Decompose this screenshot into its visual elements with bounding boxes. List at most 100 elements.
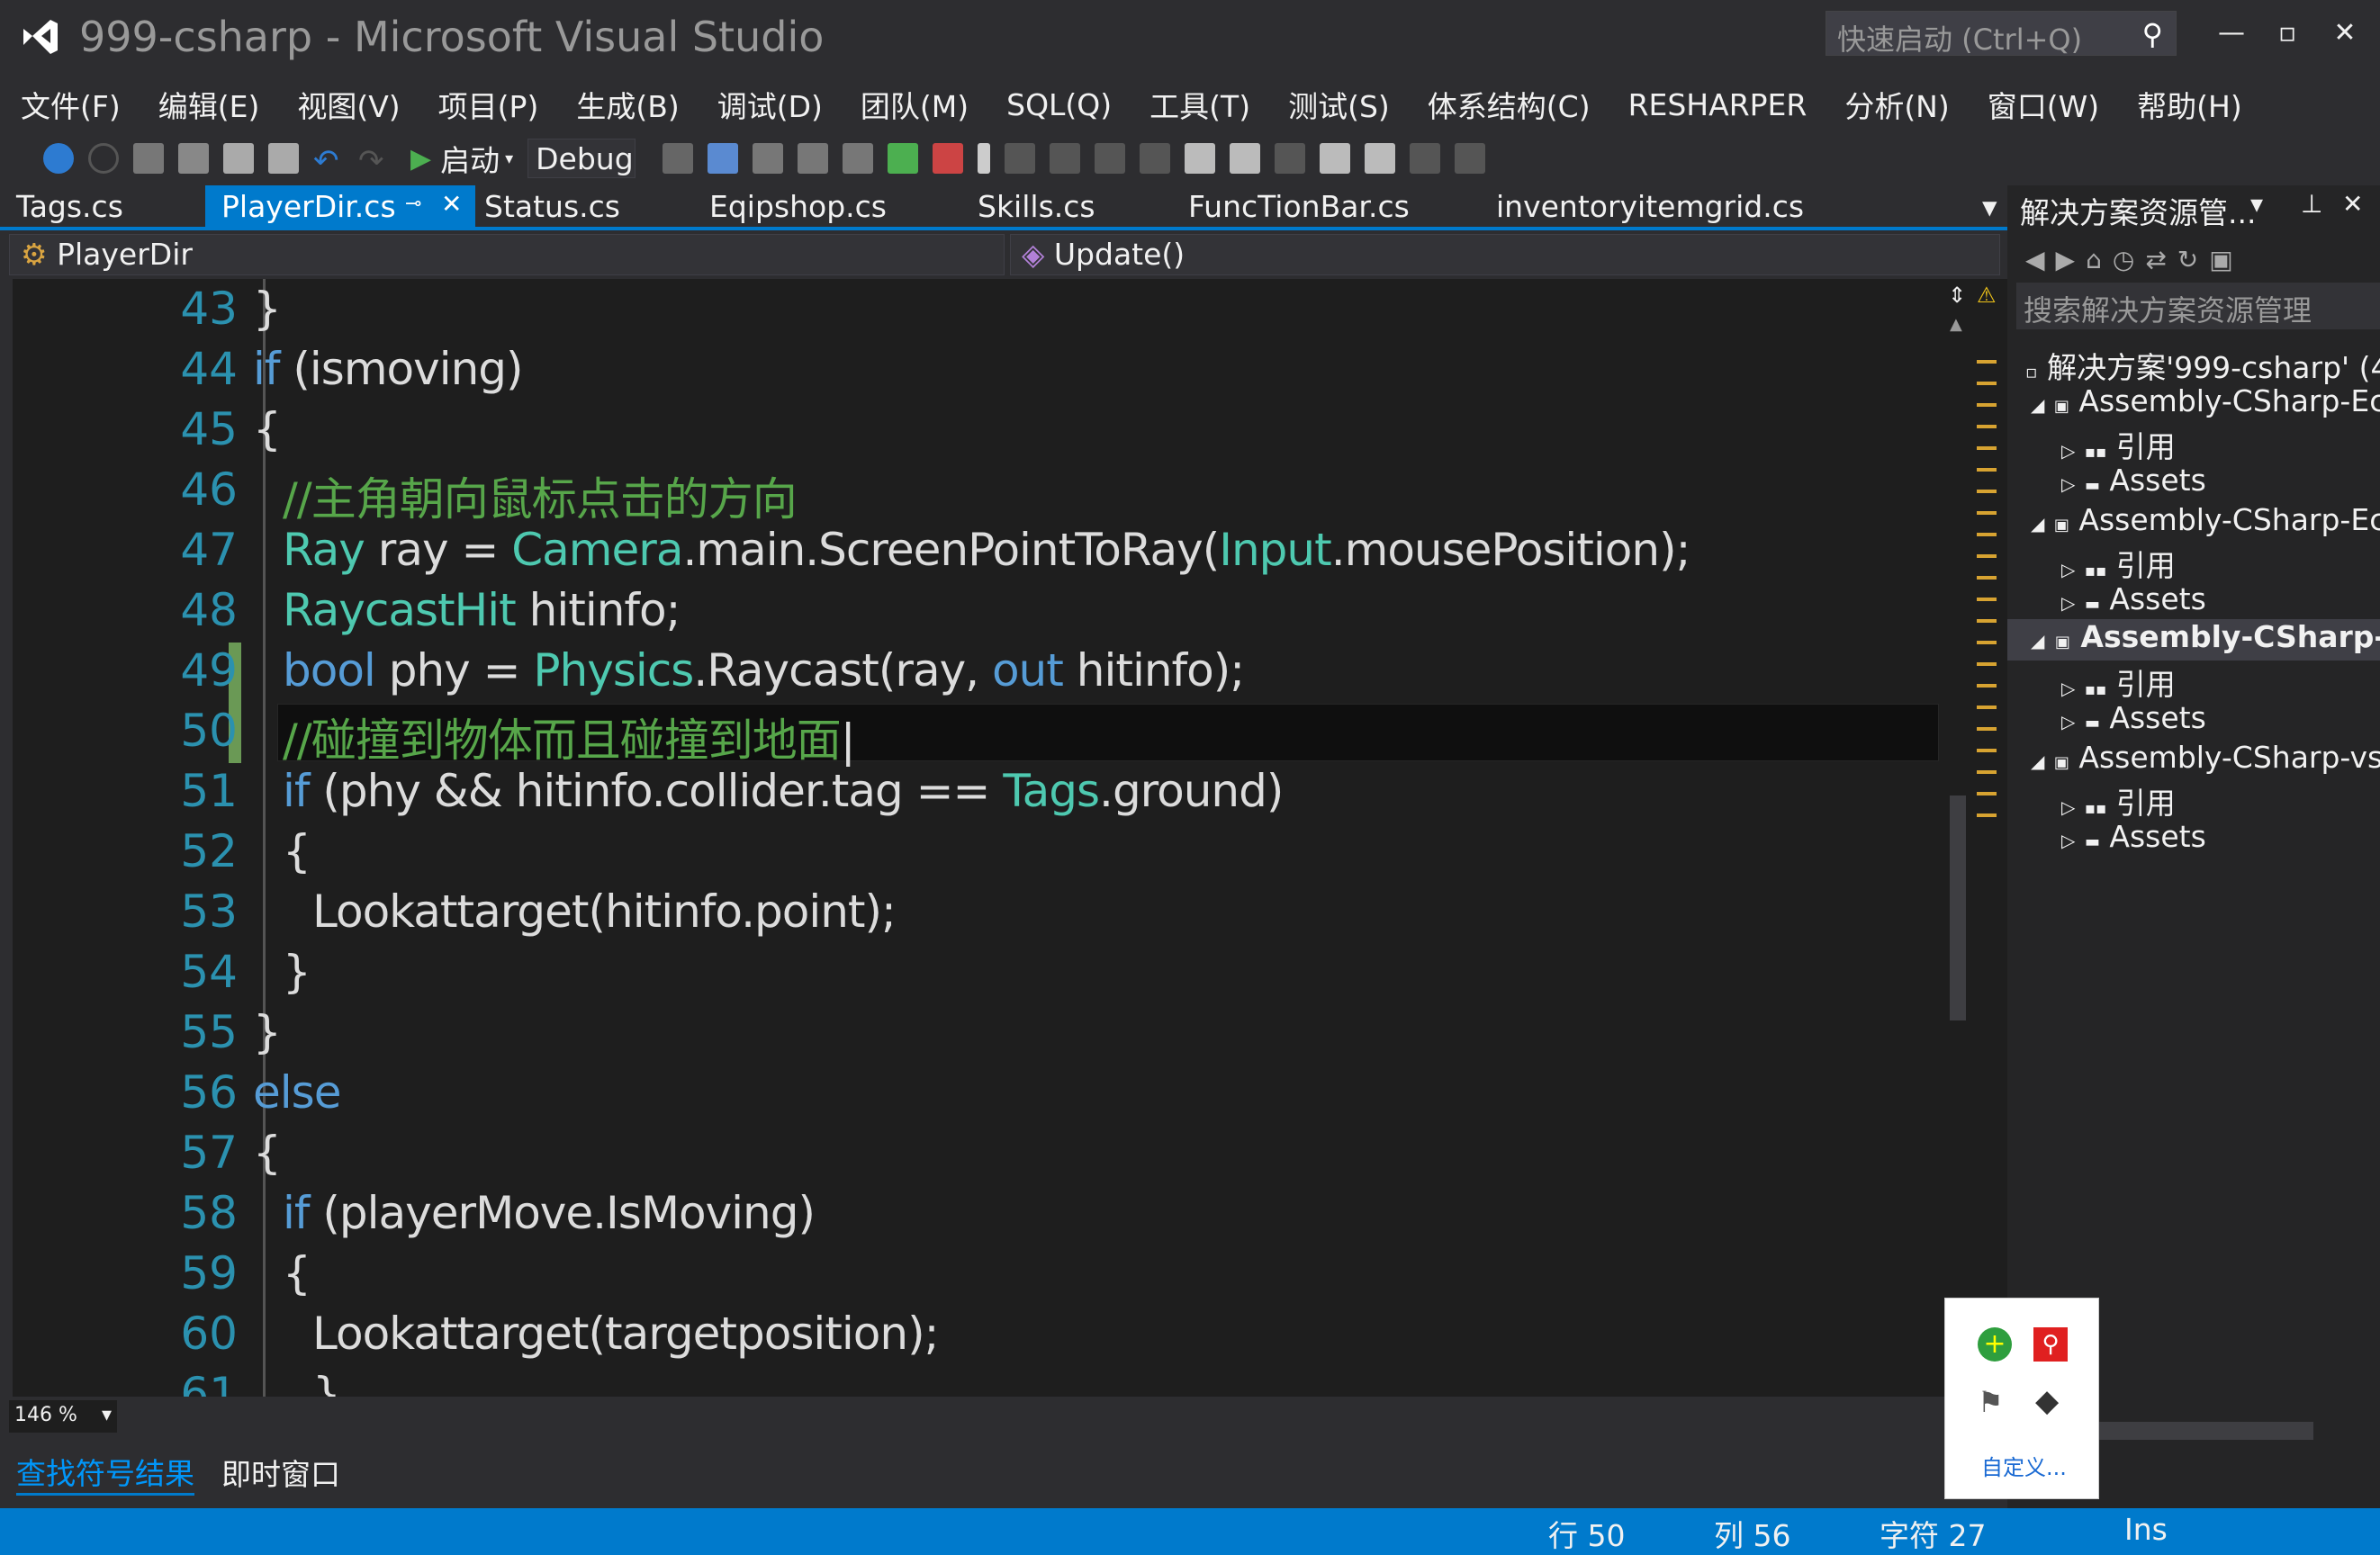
member-dropdown[interactable]: ◈ Update() <box>1010 234 2000 275</box>
back-icon[interactable] <box>43 143 74 174</box>
bookmark-remove-icon[interactable] <box>933 143 964 174</box>
panel-menu-icon[interactable]: ▾ <box>2250 189 2263 219</box>
collapse-icon[interactable]: ▷ <box>2061 473 2075 495</box>
bookmark-add-icon[interactable] <box>888 143 919 174</box>
step-icon[interactable] <box>708 143 739 174</box>
next-folder-icon[interactable] <box>1140 143 1171 174</box>
solution-search-input[interactable]: 搜索解决方案资源管理 <box>2016 283 2380 329</box>
add-icon[interactable]: + <box>1978 1327 2012 1362</box>
attach-icon[interactable] <box>663 143 694 174</box>
open-file-icon[interactable] <box>178 143 209 174</box>
collapse-icon[interactable]: ▷ <box>2061 559 2075 580</box>
collapse-icon[interactable]: ▷ <box>2061 711 2075 733</box>
code-line[interactable]: { <box>283 825 311 877</box>
format-icon[interactable] <box>798 143 829 174</box>
tab-playerdir[interactable]: PlayerDir.cs ⊸ ✕ <box>205 185 475 230</box>
menu-resharper[interactable]: RESHARPER <box>1628 87 1808 122</box>
menu-build[interactable]: 生成(B) <box>576 83 679 126</box>
undo-icon[interactable]: ↶ <box>313 143 344 179</box>
config-dropdown[interactable]: Debug <box>527 139 636 178</box>
assets-node[interactable]: ▷ ▬ Assets <box>2061 819 2206 854</box>
collapse-icon[interactable]: ▷ <box>2061 830 2075 851</box>
collapse-icon[interactable]: ▷ <box>2061 440 2075 462</box>
refresh-icon[interactable]: ↻ <box>2177 245 2198 274</box>
flag-icon[interactable]: ⚑ <box>1978 1385 2004 1419</box>
zoom-dropdown[interactable]: 146 % ▾ <box>9 1400 117 1433</box>
project-node[interactable]: ◢ ▣ Assembly-CSharp-Ec <box>2031 383 2380 418</box>
close-icon[interactable]: ✕ <box>441 189 462 219</box>
code-line[interactable]: Lookattarget(hitinfo.point); <box>312 885 897 938</box>
minimize-button[interactable]: — <box>2207 9 2256 58</box>
tab-overflow-icon[interactable]: ▾ <box>1966 185 2014 230</box>
code-line[interactable]: else <box>253 1066 341 1119</box>
menu-analyze[interactable]: 分析(N) <box>1844 83 1949 126</box>
pin-icon[interactable]: ⊥ <box>2301 189 2322 219</box>
code-line[interactable]: } <box>253 1006 282 1058</box>
menu-window[interactable]: 窗口(W) <box>1988 83 2099 126</box>
uncomment-icon[interactable] <box>1230 143 1261 174</box>
bookmark-icon[interactable] <box>978 143 991 174</box>
expand-icon[interactable]: ◢ <box>2031 394 2044 416</box>
project-node-selected[interactable]: ◢ ▣ Assembly-CSharp-fi <box>2007 619 2380 661</box>
menu-file[interactable]: 文件(F) <box>21 83 121 126</box>
references-node[interactable]: ▷ ▪▪ 引用 <box>2061 542 2176 585</box>
menu-view[interactable]: 视图(V) <box>297 83 400 126</box>
search-app-icon[interactable]: ⚲ <box>2033 1327 2068 1362</box>
panel-horizontal-scrollbar[interactable] <box>2097 1422 2313 1440</box>
code-line[interactable]: Ray ray = Camera.main.ScreenPointToRay(I… <box>283 524 1690 576</box>
vertical-scrollbar[interactable]: ⇕ ⚠ ▲ <box>1944 279 2007 1397</box>
collapse-icon[interactable]: ▣ <box>2209 245 2232 274</box>
save-icon[interactable] <box>223 143 254 174</box>
code-line[interactable]: if (ismoving) <box>253 343 524 395</box>
next-bookmark-icon[interactable] <box>1050 143 1081 174</box>
code-line[interactable]: if (phy && hitinfo.collider.tag == Tags.… <box>283 765 1284 817</box>
scroll-up-icon[interactable]: ▲ <box>1950 315 1962 334</box>
code-line[interactable]: { <box>253 1127 282 1179</box>
tab-eqipshop[interactable]: Eqipshop.cs <box>693 185 903 230</box>
code-editor[interactable]: 43 44 45 46 47 48 49 50 51 52 53 54 55 5… <box>13 279 1944 1397</box>
maximize-button[interactable]: ▫ <box>2263 9 2312 58</box>
start-button[interactable]: ▶ 启动 ▾ <box>410 137 513 180</box>
code-line[interactable]: if (playerMove.IsMoving) <box>283 1187 816 1239</box>
menu-help[interactable]: 帮助(H) <box>2137 83 2242 126</box>
assets-node[interactable]: ▷ ▬ Assets <box>2061 581 2206 616</box>
prev-bookmark-icon[interactable] <box>1005 143 1036 174</box>
references-node[interactable]: ▷ ▪▪ 引用 <box>2061 779 2176 822</box>
tab-tags[interactable]: Tags.cs <box>0 185 140 230</box>
new-project-icon[interactable] <box>133 143 164 174</box>
menu-sql[interactable]: SQL(Q) <box>1006 87 1112 122</box>
breakpoint-icon[interactable] <box>753 143 784 174</box>
code-line[interactable]: { <box>253 403 282 455</box>
menu-architecture[interactable]: 体系结构(C) <box>1428 83 1591 126</box>
tab-immediate-window[interactable]: 即时窗口 <box>221 1451 340 1494</box>
collapse-icon[interactable]: ▷ <box>2061 796 2075 818</box>
code-line[interactable]: } <box>312 1368 341 1397</box>
assets-node[interactable]: ▷ ▬ Assets <box>2061 463 2206 498</box>
back-icon[interactable]: ◀ <box>2025 245 2045 274</box>
code-line[interactable]: bool phy = Physics.Raycast(ray, out hiti… <box>283 644 1245 697</box>
menu-test[interactable]: 测试(S) <box>1288 83 1390 126</box>
code-line[interactable]: //主角朝向鼠标点击的方向 <box>283 463 798 528</box>
menu-project[interactable]: 项目(P) <box>438 83 539 126</box>
quick-launch-input[interactable]: 快速启动 (Ctrl+Q) ⚲ <box>1826 11 2177 57</box>
deploy-icon[interactable] <box>1365 143 1396 174</box>
tab-status[interactable]: Status.cs <box>468 185 636 230</box>
project-node[interactable]: ◢ ▣ Assembly-CSharp-Ec <box>2031 502 2380 537</box>
collapse-icon[interactable]: ▷ <box>2061 678 2075 699</box>
publish-icon[interactable] <box>1320 143 1351 174</box>
collapse-icon[interactable]: ▷ <box>2061 592 2075 614</box>
history-icon[interactable]: ◷ <box>2113 245 2134 274</box>
menu-edit[interactable]: 编辑(E) <box>158 83 260 126</box>
tab-find-symbol-results[interactable]: 查找符号结果 <box>16 1450 194 1496</box>
references-node[interactable]: ▷ ▪▪ 引用 <box>2061 661 2176 704</box>
home-icon[interactable]: ⌂ <box>2086 245 2102 274</box>
sync-icon[interactable]: ⇄ <box>2145 245 2166 274</box>
references-node[interactable]: ▷ ▪▪ 引用 <box>2061 423 2176 466</box>
code-line[interactable]: } <box>253 283 282 335</box>
split-icon[interactable]: ⇕ <box>1948 283 1966 308</box>
tab-inventoryitemgrid[interactable]: inventoryitemgrid.cs <box>1480 185 1820 230</box>
tab-skills[interactable]: Skills.cs <box>961 185 1112 230</box>
code-line[interactable]: } <box>283 946 311 998</box>
indent-icon[interactable] <box>843 143 874 174</box>
customize-link[interactable]: 自定义... <box>1981 1450 2067 1481</box>
